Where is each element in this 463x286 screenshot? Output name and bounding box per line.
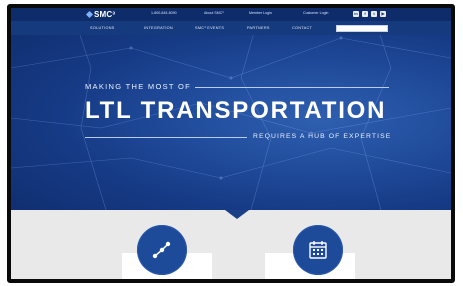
facebook-icon[interactable]: f xyxy=(362,11,368,17)
brand-name: SMC³ xyxy=(94,10,116,19)
network-nodes-glyph xyxy=(152,241,171,259)
hero-line-3: REQUIRES A HUB OF EXPERTISE xyxy=(253,133,392,140)
nav-partners[interactable]: PARTNERS xyxy=(247,26,270,30)
calendar-glyph xyxy=(309,241,327,259)
hero-title: LTL TRANSPORTATION xyxy=(85,97,387,124)
logo-mark-icon xyxy=(85,10,94,19)
hero-rule-top xyxy=(195,87,389,88)
member-login-link[interactable]: Member Login xyxy=(249,11,272,15)
hero-line-1: MAKING THE MOST OF xyxy=(85,82,192,91)
twitter-icon[interactable]: t xyxy=(371,11,377,17)
customer-login-link[interactable]: Customer Login xyxy=(303,11,328,15)
main-nav: SOLUTIONS INTEGRATION SMC³ EVENTS PARTNE… xyxy=(11,21,451,35)
linkedin-icon[interactable]: in xyxy=(353,11,359,17)
hero-pointer xyxy=(225,210,249,219)
nav-contact[interactable]: CONTACT xyxy=(292,26,312,30)
calendar-icon[interactable] xyxy=(293,225,343,275)
brand-logo[interactable]: SMC³ xyxy=(85,10,116,19)
nav-integration[interactable]: INTEGRATION xyxy=(144,26,173,30)
hero-section: SMC³ 1-800-845-8090 About SMC³ Member Lo… xyxy=(11,8,451,210)
browser-frame: SMC³ 1-800-845-8090 About SMC³ Member Lo… xyxy=(7,4,455,283)
hero-rule-bottom xyxy=(85,137,247,138)
phone-link[interactable]: 1-800-845-8090 xyxy=(151,11,177,15)
search-input[interactable] xyxy=(336,25,388,32)
about-link[interactable]: About SMC³ xyxy=(204,11,224,15)
network-nodes-icon[interactable] xyxy=(137,225,187,275)
nav-solutions[interactable]: SOLUTIONS xyxy=(90,26,115,30)
nav-events[interactable]: SMC³ EVENTS xyxy=(195,26,224,30)
youtube-icon[interactable]: ▶ xyxy=(380,11,386,17)
top-bar: SMC³ 1-800-845-8090 About SMC³ Member Lo… xyxy=(11,8,451,21)
